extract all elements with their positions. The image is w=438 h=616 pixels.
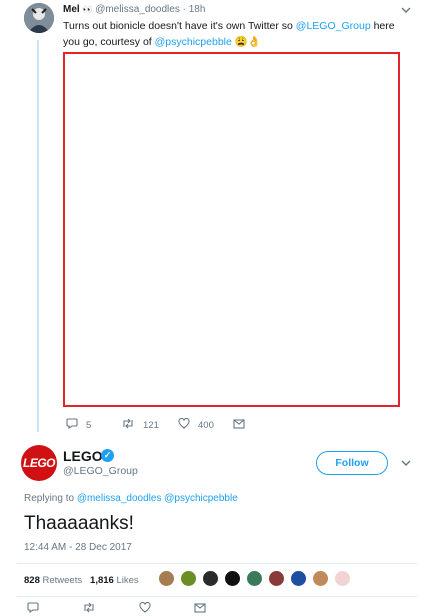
- retweets-label: Retweets: [42, 575, 83, 586]
- reply-action-like[interactable]: 400: [178, 417, 214, 432]
- replying-to: Replying to @melissa_doodles @psychicpeb…: [24, 493, 238, 504]
- liker-avatar[interactable]: [290, 570, 307, 587]
- retweets-stat[interactable]: 828 Retweets: [24, 575, 82, 586]
- replying-prefix: Replying to: [24, 493, 77, 504]
- author-name[interactable]: LEGO: [63, 448, 103, 464]
- author-handle[interactable]: @LEGO_Group: [63, 465, 138, 477]
- envelope-icon[interactable]: [194, 602, 206, 616]
- reply-author-emoji: 👀: [82, 5, 93, 14]
- reply-author-handle[interactable]: @melissa_doodles: [95, 4, 180, 15]
- lego-avatar[interactable]: LEGO: [21, 445, 57, 481]
- likers-avatars: [158, 570, 356, 587]
- mention-link[interactable]: @LEGO_Group: [296, 20, 371, 32]
- reply-time-value: 18h: [188, 4, 206, 15]
- tweet-text: Thaaaaanks!: [24, 513, 134, 534]
- liker-avatar[interactable]: [246, 570, 263, 587]
- heart-icon: [178, 417, 190, 432]
- reply-count: 5: [86, 419, 92, 431]
- thread-connector: [37, 40, 39, 432]
- liker-avatar[interactable]: [334, 570, 351, 587]
- like-count: 400: [198, 419, 214, 431]
- divider: [17, 596, 417, 597]
- reply-action-retweet[interactable]: 121: [121, 418, 159, 432]
- lego-logo-text: LEGO: [22, 456, 56, 470]
- reply-icon[interactable]: [27, 602, 39, 616]
- media-placeholder[interactable]: [63, 52, 400, 407]
- reply-icon: [66, 418, 78, 432]
- verified-badge-icon: ✓: [101, 449, 114, 462]
- liker-avatar[interactable]: [268, 570, 285, 587]
- retweet-icon[interactable]: [82, 602, 96, 616]
- likes-count: 1,816: [90, 575, 114, 586]
- reply-time[interactable]: · 18h: [183, 4, 206, 15]
- liker-avatar[interactable]: [158, 570, 175, 587]
- retweet-count: 121: [143, 419, 159, 431]
- envelope-icon: [233, 418, 245, 432]
- heart-icon[interactable]: [139, 601, 151, 616]
- liker-avatar[interactable]: [312, 570, 329, 587]
- liker-avatar[interactable]: [180, 570, 197, 587]
- follow-button[interactable]: Follow: [316, 451, 388, 475]
- mention-link[interactable]: @psychicpebble: [155, 36, 232, 48]
- reply-text-part: Turns out bionicle doesn't have it's own…: [63, 20, 296, 32]
- retweets-count: 828: [24, 575, 40, 586]
- chevron-down-icon[interactable]: [401, 458, 411, 470]
- reply-action-dm[interactable]: [233, 418, 253, 432]
- likes-label: Likes: [116, 575, 139, 586]
- tweet-timestamp[interactable]: 12:44 AM - 28 Dec 2017: [24, 542, 132, 553]
- chevron-down-icon[interactable]: [401, 5, 411, 17]
- reply-header: Mel 👀 @melissa_doodles · 18h: [63, 4, 205, 15]
- engagement-stats: 828 Retweets 1,816 Likes: [24, 575, 139, 586]
- divider: [17, 563, 417, 564]
- likes-stat[interactable]: 1,816 Likes: [90, 575, 139, 586]
- retweet-icon: [121, 418, 135, 432]
- liker-avatar[interactable]: [202, 570, 219, 587]
- reply-emoji: 😩👌: [234, 36, 261, 48]
- avatar[interactable]: [24, 3, 54, 33]
- reply-text: Turns out bionicle doesn't have it's own…: [63, 18, 413, 50]
- reply-action-reply[interactable]: 5: [66, 418, 91, 432]
- liker-avatar[interactable]: [224, 570, 241, 587]
- replying-to-links[interactable]: @melissa_doodles @psychicpebble: [77, 493, 238, 504]
- reply-author-name[interactable]: Mel: [63, 4, 80, 15]
